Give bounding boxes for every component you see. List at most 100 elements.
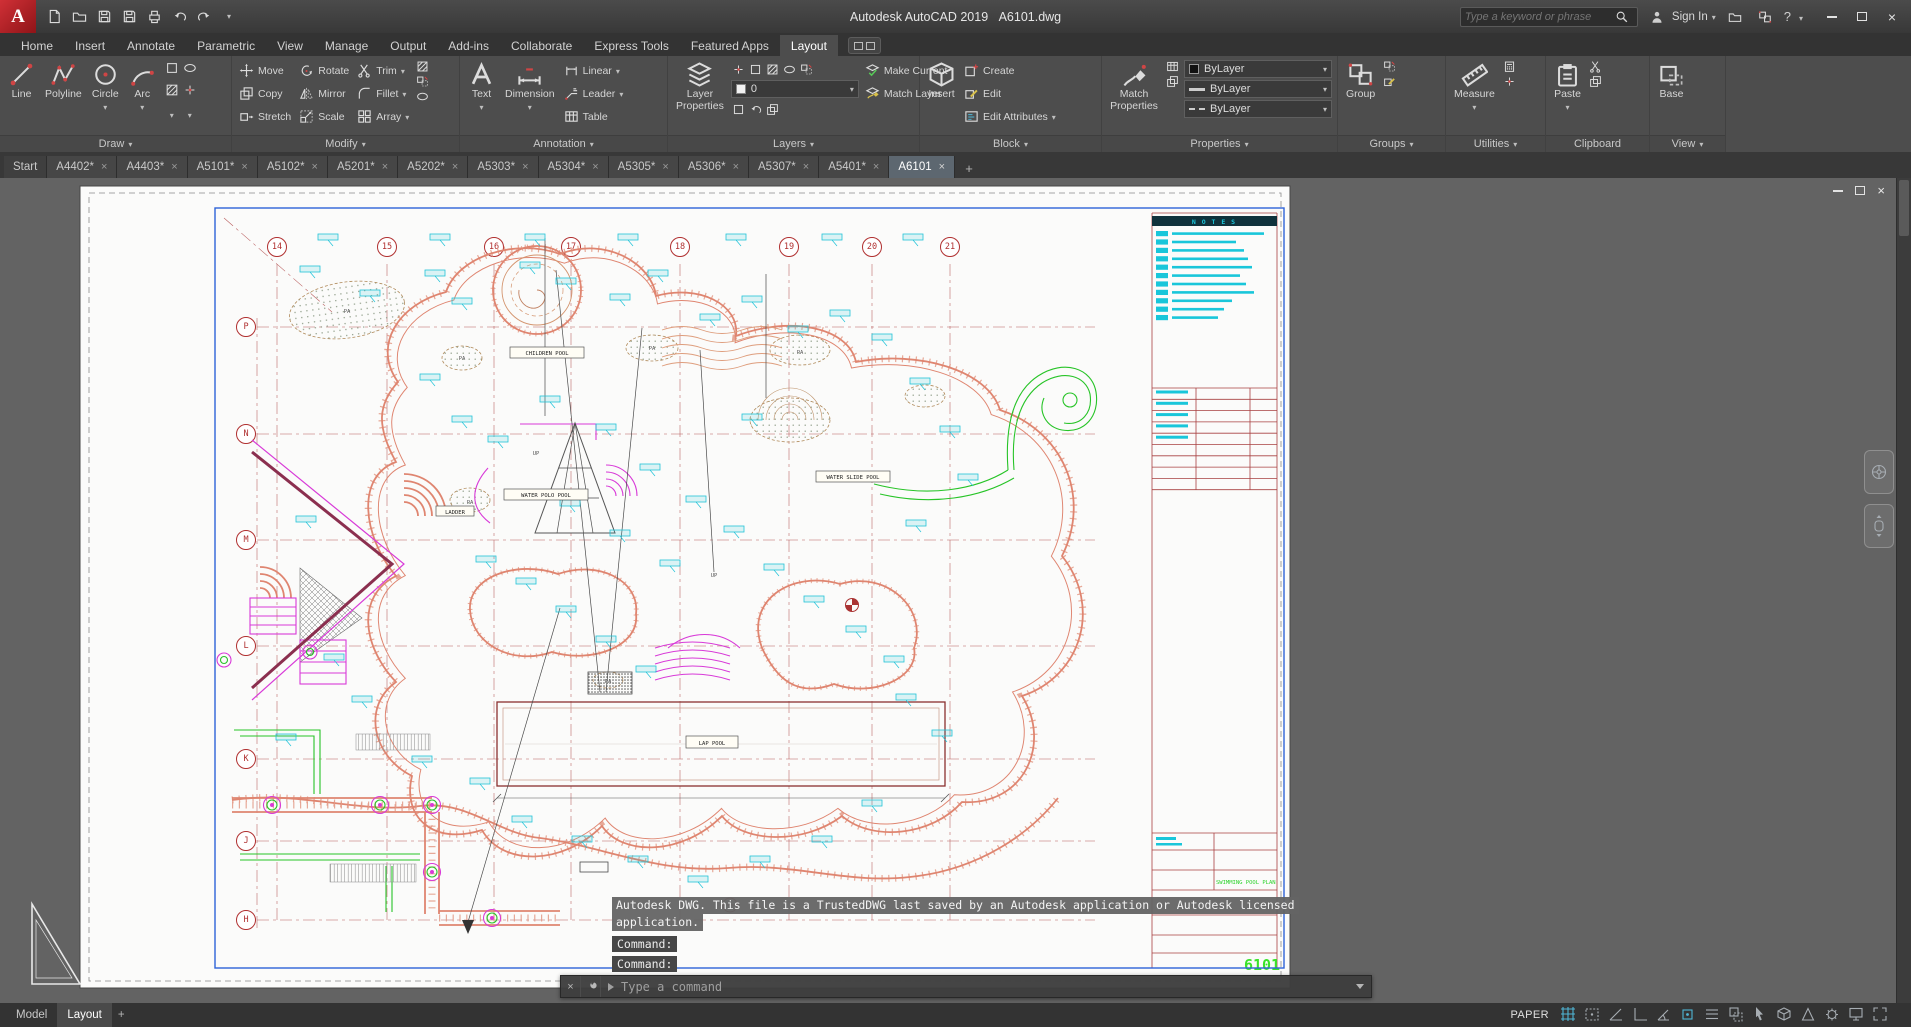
- ellipse-icon[interactable]: [183, 61, 197, 80]
- layer-freeze-icon[interactable]: [748, 62, 763, 77]
- base-button[interactable]: Base: [1655, 59, 1688, 135]
- explode-icon[interactable]: [415, 74, 430, 89]
- layer-properties-button[interactable]: Layer Properties: [673, 59, 727, 135]
- linetype-dropdown[interactable]: ByLayer: [1184, 100, 1332, 118]
- panel-clipboard-footer[interactable]: Clipboard: [1546, 135, 1649, 152]
- undo-icon[interactable]: [167, 6, 191, 28]
- ribbon-tab-insert[interactable]: Insert: [64, 35, 116, 56]
- doc-restore-icon[interactable]: [1855, 186, 1866, 195]
- file-tab-start[interactable]: Start: [4, 156, 48, 178]
- move-button[interactable]: Move: [237, 59, 293, 82]
- file-tab[interactable]: A5304*: [538, 156, 609, 178]
- file-tab-a6101[interactable]: A6101: [889, 156, 956, 178]
- help-icon[interactable]: ?: [1784, 9, 1791, 24]
- command-recent-caret-icon[interactable]: [1349, 984, 1371, 989]
- close-tab-icon[interactable]: [873, 161, 879, 173]
- file-tab[interactable]: A4403*: [117, 156, 188, 178]
- offset-icon[interactable]: [415, 89, 430, 104]
- fillet-button[interactable]: Fillet: [355, 82, 411, 105]
- close-tab-icon[interactable]: [733, 161, 739, 173]
- command-input[interactable]: Type a command: [601, 980, 1349, 994]
- edit-attributes-button[interactable]: Edit Attributes: [962, 105, 1058, 128]
- drawing-canvas[interactable]: N O T E S SWIMMING POOL PLAN 6101 14 15 …: [0, 178, 1911, 1003]
- ribbon-tab-featured-apps[interactable]: Featured Apps: [680, 35, 780, 56]
- doc-close-icon[interactable]: ×: [1877, 183, 1885, 198]
- text-button[interactable]: Text: [465, 59, 498, 135]
- id-point-icon[interactable]: [1502, 74, 1517, 89]
- group-button[interactable]: Group: [1343, 59, 1378, 135]
- ribbon-tab-addins[interactable]: Add-ins: [437, 35, 500, 56]
- table-button[interactable]: Table: [562, 105, 626, 128]
- ribbon-tab-layout[interactable]: Layout: [779, 35, 838, 56]
- close-tab-icon[interactable]: [382, 161, 388, 173]
- help-search-box[interactable]: [1459, 6, 1638, 27]
- command-close-icon[interactable]: ×: [561, 976, 581, 997]
- ribbon-tab-annotate[interactable]: Annotate: [116, 35, 186, 56]
- sign-in-button[interactable]: Sign In: [1646, 7, 1716, 27]
- panel-draw-footer[interactable]: Draw: [0, 135, 231, 152]
- model-tab[interactable]: Model: [6, 1003, 57, 1027]
- draw-more-icon[interactable]: [170, 105, 174, 123]
- group-edit-icon[interactable]: [1382, 74, 1397, 89]
- scale-button[interactable]: Scale: [297, 105, 351, 128]
- cut-icon[interactable]: [1588, 59, 1603, 74]
- new-drawing-icon[interactable]: [42, 6, 66, 28]
- close-tab-icon[interactable]: [592, 161, 598, 173]
- mirror-button[interactable]: Mirror: [297, 82, 351, 105]
- doc-minimize-icon[interactable]: [1833, 189, 1844, 192]
- ribbon-tab-output[interactable]: Output: [379, 35, 437, 56]
- panel-properties-footer[interactable]: Properties: [1102, 135, 1337, 152]
- minimize-button[interactable]: [1817, 5, 1847, 29]
- panel-modify-footer[interactable]: Modify: [232, 135, 459, 152]
- rectangle-icon[interactable]: [165, 61, 179, 80]
- match-properties-button[interactable]: Match Properties: [1107, 59, 1161, 135]
- vertical-scrollbar[interactable]: [1896, 178, 1911, 1003]
- save-as-icon[interactable]: [117, 6, 141, 28]
- ribbon-tab-express-tools[interactable]: Express Tools: [583, 35, 679, 56]
- panel-block-footer[interactable]: Block: [920, 135, 1101, 152]
- file-tab[interactable]: A5202*: [398, 156, 469, 178]
- file-tab[interactable]: A5307*: [749, 156, 820, 178]
- close-tab-icon[interactable]: [241, 161, 247, 173]
- quick-calc-icon[interactable]: [1502, 59, 1517, 74]
- layer-off-icon[interactable]: [731, 62, 746, 77]
- ribbon-tab-home[interactable]: Home: [10, 35, 64, 56]
- file-tab[interactable]: A5306*: [678, 156, 750, 178]
- transparency-icon[interactable]: [1165, 74, 1180, 89]
- polyline-button[interactable]: Polyline: [42, 59, 85, 135]
- close-button[interactable]: ×: [1877, 5, 1907, 29]
- file-tab[interactable]: A5303*: [468, 156, 539, 178]
- paper-space-indicator[interactable]: PAPER: [1511, 1009, 1549, 1021]
- hatch-icon[interactable]: [165, 83, 179, 102]
- stretch-button[interactable]: Stretch: [237, 105, 293, 128]
- layer-isolate-icon[interactable]: [782, 62, 797, 77]
- new-tab-button[interactable]: [959, 158, 979, 178]
- create-block-button[interactable]: Create: [962, 59, 1058, 82]
- panel-utilities-footer[interactable]: Utilities: [1446, 135, 1545, 152]
- lineweight-dropdown[interactable]: ByLayer: [1184, 80, 1332, 98]
- file-tab[interactable]: A5201*: [327, 156, 399, 178]
- search-icon[interactable]: [1611, 7, 1633, 27]
- close-tab-icon[interactable]: [803, 161, 809, 173]
- point-icon[interactable]: [183, 83, 197, 102]
- copy-clip-icon[interactable]: [1588, 74, 1603, 89]
- layer-merge-icon[interactable]: [765, 102, 780, 117]
- redo-icon[interactable]: [192, 6, 216, 28]
- close-tab-icon[interactable]: [939, 161, 945, 173]
- panel-annotation-footer[interactable]: Annotation: [460, 135, 667, 152]
- layer-dropdown[interactable]: 0: [730, 80, 859, 98]
- pan-zoom-button[interactable]: [1864, 504, 1894, 548]
- close-tab-icon[interactable]: [101, 161, 107, 173]
- ribbon-tab-view[interactable]: View: [266, 35, 314, 56]
- paste-button[interactable]: Paste: [1551, 59, 1584, 135]
- file-tab[interactable]: A5101*: [187, 156, 258, 178]
- drawing-area[interactable]: N O T E S SWIMMING POOL PLAN 6101 14 15 …: [0, 178, 1911, 1003]
- layout-tab[interactable]: Layout: [57, 1003, 112, 1027]
- object-color-dropdown[interactable]: ByLayer: [1184, 60, 1332, 78]
- close-tab-icon[interactable]: [662, 161, 668, 173]
- ribbon-tab-parametric[interactable]: Parametric: [186, 35, 266, 56]
- close-tab-icon[interactable]: [171, 161, 177, 173]
- save-icon[interactable]: [92, 6, 116, 28]
- close-tab-icon[interactable]: [522, 161, 528, 173]
- command-line[interactable]: × Type a command: [560, 975, 1372, 998]
